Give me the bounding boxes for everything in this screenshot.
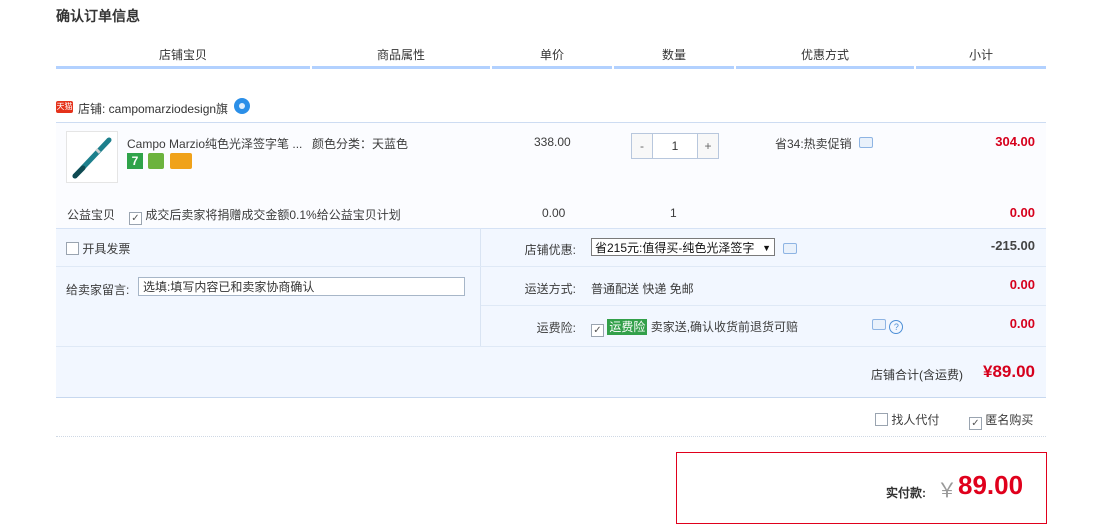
shipping-label: 运送方式: bbox=[524, 282, 576, 296]
charity-row: ✓ 成交后卖家将捐赠成交金额0.1%给公益宝贝计划 bbox=[129, 206, 401, 225]
col-header-items: 店铺宝贝 bbox=[158, 48, 207, 62]
product-props: 颜色分类：天蓝色 bbox=[312, 137, 409, 151]
options-row-divider bbox=[56, 266, 1046, 267]
col-header-promo: 优惠方式 bbox=[800, 48, 849, 62]
charity-checkbox: ✓ bbox=[129, 212, 142, 225]
item-subtotal: 304.00 bbox=[995, 134, 1035, 149]
promotion: 省34:热卖促销 bbox=[775, 135, 874, 152]
anonymous-purchase-checkbox[interactable]: ✓ bbox=[969, 417, 982, 430]
comment-icon[interactable] bbox=[859, 137, 874, 148]
col-header-props: 商品属性 bbox=[376, 48, 425, 62]
payment-currency: ￥ bbox=[937, 480, 957, 502]
header-underline bbox=[614, 66, 734, 69]
charity-label: 公益宝贝 bbox=[67, 208, 116, 222]
seller-message-input[interactable]: 选填:填写内容已和卖家协商确认 bbox=[138, 277, 465, 296]
payment-label: 实付款: bbox=[886, 486, 926, 500]
col-header-price: 单价 bbox=[539, 48, 564, 62]
product-name-link[interactable]: Campo Marzio纯色光泽签字笔 ... bbox=[127, 135, 302, 152]
service-guarantee-icon[interactable] bbox=[148, 153, 165, 169]
col-header-qty: 数量 bbox=[661, 48, 686, 62]
shop-discount-label: 店铺优惠: bbox=[524, 243, 576, 257]
payment-total: 89.00 bbox=[958, 470, 1024, 500]
pay-for-me-checkbox[interactable] bbox=[875, 413, 888, 426]
help-icon[interactable]: ? bbox=[889, 320, 904, 334]
dropdown-arrow-icon: ▼ bbox=[762, 243, 771, 253]
insurance-checkbox: ✓ bbox=[591, 324, 604, 337]
7-day-return-icon[interactable]: 7 bbox=[127, 153, 143, 169]
header-underline bbox=[56, 66, 310, 69]
header-underline bbox=[312, 66, 490, 69]
col-header-subtotal: 小计 bbox=[968, 48, 993, 62]
message-label: 给卖家留言: bbox=[66, 283, 130, 297]
pay-for-me-label: 找人代付 bbox=[891, 413, 940, 427]
header-underline bbox=[492, 66, 612, 69]
anonymous-purchase-label: 匿名购买 bbox=[985, 413, 1034, 427]
shop-discount-amount: -215.00 bbox=[990, 238, 1035, 253]
shipping-amount: 0.00 bbox=[1009, 277, 1035, 292]
shipping-method: 普通配送 快递 免邮 bbox=[591, 282, 694, 296]
quantity-input[interactable]: 1 bbox=[653, 134, 697, 158]
insurance-amount: 0.00 bbox=[1009, 316, 1035, 331]
invoice-checkbox[interactable] bbox=[66, 242, 79, 255]
tmall-badge: 天猫 bbox=[56, 101, 73, 113]
shop-discount-selected: 省215元:值得买-纯色光泽签字 bbox=[595, 241, 755, 255]
service-tags: 7 bbox=[127, 153, 194, 169]
invoice-label: 开具发票 bbox=[82, 242, 131, 256]
quantity-decrease-button[interactable]: - bbox=[632, 134, 653, 158]
quantity-stepper: - 1 + bbox=[631, 133, 719, 159]
product-thumbnail[interactable] bbox=[66, 131, 118, 183]
credit-card-icon[interactable] bbox=[169, 153, 192, 169]
quantity-increase-button[interactable]: + bbox=[697, 134, 718, 158]
pay-for-me-option[interactable]: 找人代付 bbox=[875, 411, 939, 428]
options-row-divider bbox=[56, 346, 1046, 347]
shop-discount-select[interactable]: 省215元:值得买-纯色光泽签字 ▼ bbox=[591, 238, 775, 256]
options-row-divider bbox=[481, 305, 1046, 306]
insurance-text: 卖家送,确认收货前退货可赔 bbox=[650, 320, 799, 334]
unit-price: 338.00 bbox=[534, 135, 571, 149]
charity-quantity: 1 bbox=[670, 206, 677, 220]
insurance-label: 运费险: bbox=[536, 321, 576, 335]
insurance-icons: ? bbox=[872, 319, 904, 334]
promotion-text: 省34:热卖促销 bbox=[775, 137, 852, 151]
insurance-badge: 运费险 bbox=[607, 319, 648, 335]
invoice-option[interactable]: 开具发票 bbox=[66, 240, 130, 257]
page-title: 确认订单信息 bbox=[56, 8, 140, 24]
pen-icon bbox=[72, 137, 112, 179]
comment-icon[interactable] bbox=[872, 319, 886, 330]
anonymous-purchase-option[interactable]: ✓ 匿名购买 bbox=[969, 411, 1033, 430]
charity-subtotal: 0.00 bbox=[1009, 205, 1035, 220]
header-underline bbox=[736, 66, 914, 69]
header-underline bbox=[916, 66, 1046, 69]
wangwang-chat-icon[interactable] bbox=[234, 98, 250, 114]
options-divider bbox=[480, 228, 481, 346]
insurance-row: ✓ 运费险 卖家送,确认收货前退货可赔 bbox=[591, 318, 798, 337]
comment-icon[interactable] bbox=[783, 243, 797, 254]
divider bbox=[56, 436, 1046, 437]
charity-note: 成交后卖家将捐赠成交金额0.1%给公益宝贝计划 bbox=[145, 208, 401, 222]
shop-total-value: ¥89.00 bbox=[983, 362, 1035, 381]
shop-total-label: 店铺合计(含运费) bbox=[871, 368, 963, 382]
shop-name-link[interactable]: 店铺: campomarziodesign旗 bbox=[78, 100, 228, 117]
charity-price: 0.00 bbox=[542, 206, 566, 220]
